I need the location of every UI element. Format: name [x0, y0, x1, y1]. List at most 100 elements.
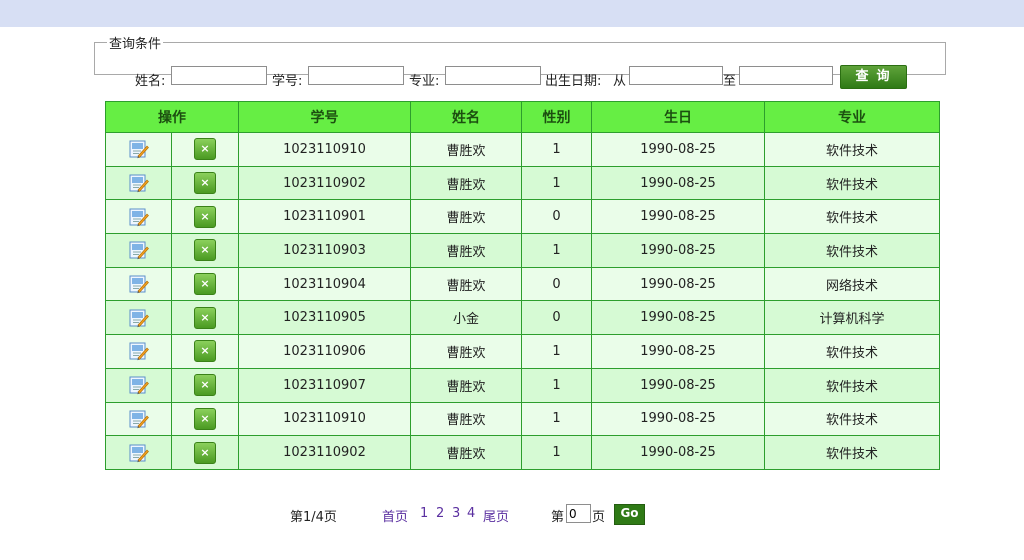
cell-student-id: 1023110910 [238, 401, 411, 437]
edit-icon[interactable] [129, 443, 149, 463]
student-id-input[interactable] [308, 66, 404, 85]
student-id-label: 学号: [272, 74, 303, 89]
cell-gender: 1 [521, 401, 592, 437]
birth-date-label: 出生日期: [545, 74, 602, 89]
cell-major: 软件技术 [764, 435, 940, 470]
cell-gender: 1 [521, 165, 592, 201]
edit-icon[interactable] [129, 274, 149, 294]
header-student-id[interactable]: 学号 [238, 101, 411, 133]
jump-prefix: 第 [551, 510, 565, 525]
delete-icon[interactable]: × [194, 441, 216, 464]
delete-icon[interactable]: × [194, 138, 216, 161]
cell-major: 软件技术 [764, 199, 940, 235]
header-name[interactable]: 姓名 [410, 101, 522, 133]
cell-student-id: 1023110910 [238, 132, 411, 167]
cell-student-id: 1023110903 [238, 233, 411, 268]
edit-cell [105, 435, 172, 470]
cell-major: 软件技术 [764, 165, 940, 201]
edit-cell [105, 132, 172, 167]
cell-major: 软件技术 [764, 367, 940, 403]
cell-student-id: 1023110907 [238, 367, 411, 403]
delete-cell: × [171, 266, 239, 302]
edit-icon[interactable] [129, 173, 149, 193]
edit-cell [105, 199, 172, 235]
delete-icon[interactable]: × [194, 172, 216, 195]
table-row: × 1023110902 曹胜欢 1 1990-08-25 软件技术 [105, 435, 940, 470]
page-link-1[interactable]: 1 [420, 506, 428, 521]
delete-cell: × [171, 334, 239, 369]
table-body: × 1023110910 曹胜欢 1 1990-08-25 软件技术 × 1023110902… [105, 132, 940, 470]
table-header-row: 操作 学号 姓名 性别 生日 专业 [105, 101, 940, 133]
header-birthday[interactable]: 生日 [591, 101, 765, 133]
header-major[interactable]: 专业 [764, 101, 940, 133]
birth-from-input[interactable] [629, 66, 723, 85]
edit-icon[interactable] [129, 409, 149, 429]
cell-name: 曹胜欢 [410, 165, 522, 201]
delete-icon[interactable]: × [194, 239, 216, 262]
cell-student-id: 1023110902 [238, 165, 411, 201]
delete-icon[interactable]: × [194, 340, 216, 363]
delete-icon[interactable]: × [194, 273, 216, 296]
page-link-4[interactable]: 4 [467, 506, 475, 521]
search-form-row: 姓名: 学号: 专业: 出生日期: 从 至 查询 [95, 65, 945, 92]
delete-icon[interactable]: × [194, 205, 216, 228]
table-row: × 1023110906 曹胜欢 1 1990-08-25 软件技术 [105, 334, 940, 369]
cell-name: 曹胜欢 [410, 334, 522, 369]
cell-major: 软件技术 [764, 401, 940, 437]
table-row: × 1023110904 曹胜欢 0 1990-08-25 网络技术 [105, 266, 940, 302]
cell-gender: 1 [521, 367, 592, 403]
edit-icon[interactable] [129, 240, 149, 260]
search-panel: 查询条件 姓名: 学号: 专业: 出生日期: 从 至 查询 [94, 33, 946, 89]
last-page-link[interactable]: 尾页 [483, 506, 509, 525]
edit-icon[interactable] [129, 308, 149, 328]
cell-name: 小金 [410, 300, 522, 336]
header-gender[interactable]: 性别 [521, 101, 592, 133]
edit-cell [105, 401, 172, 437]
page-link-2[interactable]: 2 [436, 506, 444, 521]
cell-birthday: 1990-08-25 [591, 435, 765, 470]
name-input[interactable] [171, 66, 267, 85]
edit-icon[interactable] [129, 139, 149, 159]
edit-cell [105, 367, 172, 403]
cell-student-id: 1023110901 [238, 199, 411, 235]
edit-icon[interactable] [129, 341, 149, 361]
edit-cell [105, 300, 172, 336]
cell-name: 曹胜欢 [410, 367, 522, 403]
cell-student-id: 1023110905 [238, 300, 411, 336]
header-actions: 操作 [105, 101, 239, 133]
edit-icon[interactable] [129, 207, 149, 227]
delete-icon[interactable]: × [194, 306, 216, 329]
cell-name: 曹胜欢 [410, 435, 522, 470]
cell-name: 曹胜欢 [410, 401, 522, 437]
delete-icon[interactable]: × [194, 374, 216, 397]
cell-student-id: 1023110902 [238, 435, 411, 470]
delete-cell: × [171, 199, 239, 235]
cell-gender: 1 [521, 233, 592, 268]
cell-gender: 1 [521, 132, 592, 167]
go-button[interactable]: Go [614, 504, 645, 525]
pagination: 第1/4页 首页 1 2 3 4 尾页 第 页 Go [0, 503, 1024, 525]
cell-student-id: 1023110906 [238, 334, 411, 369]
major-label: 专业: [409, 74, 440, 89]
page-link-3[interactable]: 3 [452, 506, 460, 521]
cell-name: 曹胜欢 [410, 266, 522, 302]
delete-cell: × [171, 435, 239, 470]
top-bar [0, 0, 1024, 27]
student-table: 操作 学号 姓名 性别 生日 专业 × 1023110910 曹胜欢 1 1990-08… [105, 101, 940, 470]
major-input[interactable] [445, 66, 541, 85]
edit-icon[interactable] [129, 375, 149, 395]
cell-birthday: 1990-08-25 [591, 132, 765, 167]
cell-name: 曹胜欢 [410, 132, 522, 167]
delete-cell: × [171, 300, 239, 336]
cell-gender: 1 [521, 334, 592, 369]
cell-birthday: 1990-08-25 [591, 266, 765, 302]
page-number-input[interactable] [566, 504, 591, 523]
search-button[interactable]: 查询 [840, 65, 907, 89]
first-page-link[interactable]: 首页 [382, 506, 408, 525]
edit-cell [105, 165, 172, 201]
table-row: × 1023110903 曹胜欢 1 1990-08-25 软件技术 [105, 233, 940, 268]
delete-icon[interactable]: × [194, 407, 216, 430]
cell-major: 软件技术 [764, 132, 940, 167]
edit-cell [105, 233, 172, 268]
birth-to-input[interactable] [739, 66, 833, 85]
